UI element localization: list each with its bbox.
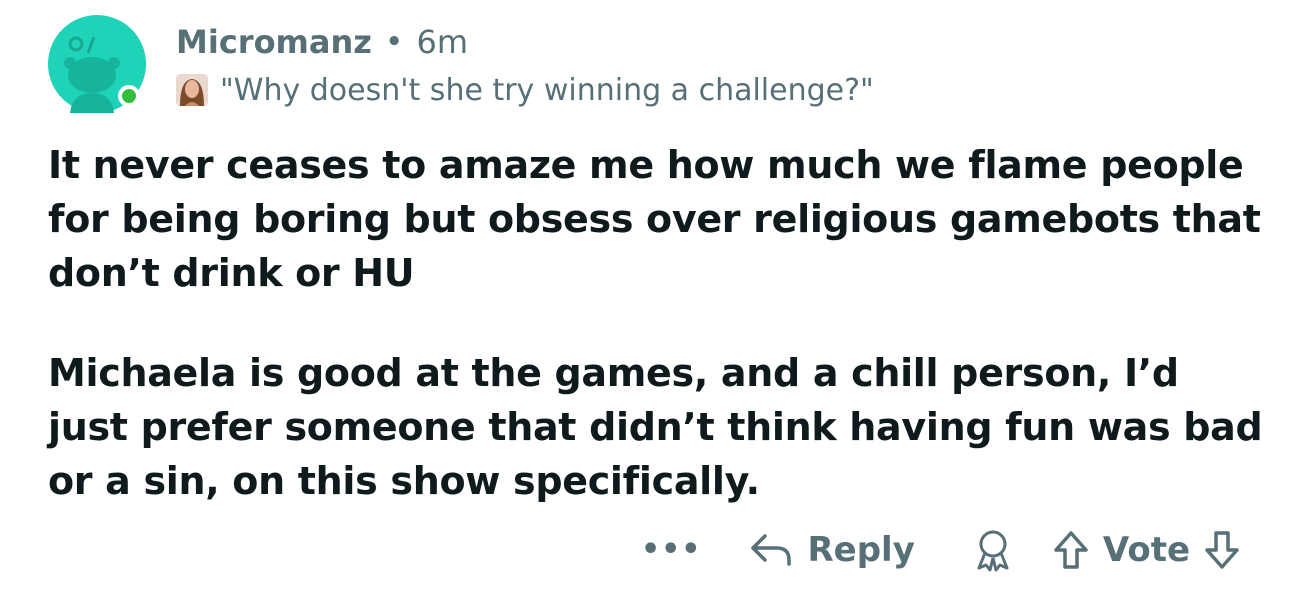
- award-button[interactable]: [973, 528, 1013, 572]
- comment: Micromanz • 6m "Why doesn't she try winn…: [0, 0, 1290, 600]
- comment-meta: Micromanz • 6m: [176, 22, 468, 62]
- upvote-arrow-icon[interactable]: [1053, 530, 1089, 570]
- reply-label: Reply: [807, 530, 915, 570]
- user-flair: "Why doesn't she try winning a challenge…: [176, 70, 874, 110]
- comment-action-bar: ••• Reply Vote: [641, 520, 1240, 580]
- more-options-icon[interactable]: •••: [641, 535, 702, 565]
- comment-body: It never ceases to amaze me how much we …: [48, 138, 1268, 554]
- reply-button[interactable]: Reply: [749, 530, 915, 570]
- comment-paragraph: It never ceases to amaze me how much we …: [48, 143, 1261, 295]
- flair-text: "Why doesn't she try winning a challenge…: [220, 72, 874, 108]
- reply-arrow-icon: [749, 532, 807, 568]
- vote-label: Vote: [1102, 530, 1190, 570]
- downvote-arrow-icon[interactable]: [1204, 530, 1240, 570]
- author-name[interactable]: Micromanz: [176, 23, 372, 61]
- comment-paragraph: Michaela is good at the games, and a chi…: [48, 351, 1263, 503]
- award-icon: [973, 528, 1013, 572]
- flair-image-icon: [176, 74, 208, 106]
- online-status-indicator: [118, 85, 140, 107]
- meta-separator: •: [385, 27, 403, 57]
- vote-control: Vote: [1053, 530, 1240, 570]
- timestamp: 6m: [416, 23, 469, 61]
